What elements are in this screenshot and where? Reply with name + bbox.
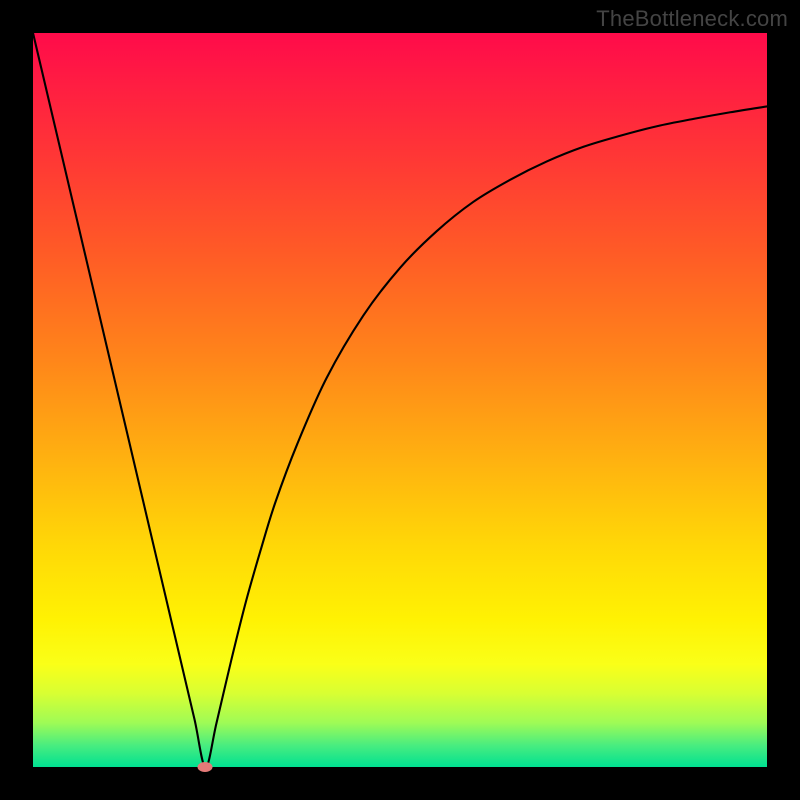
bottleneck-curve <box>33 33 767 767</box>
watermark-text: TheBottleneck.com <box>596 6 788 32</box>
plot-area <box>33 33 767 767</box>
minimum-marker <box>198 762 213 772</box>
chart-frame: TheBottleneck.com <box>0 0 800 800</box>
